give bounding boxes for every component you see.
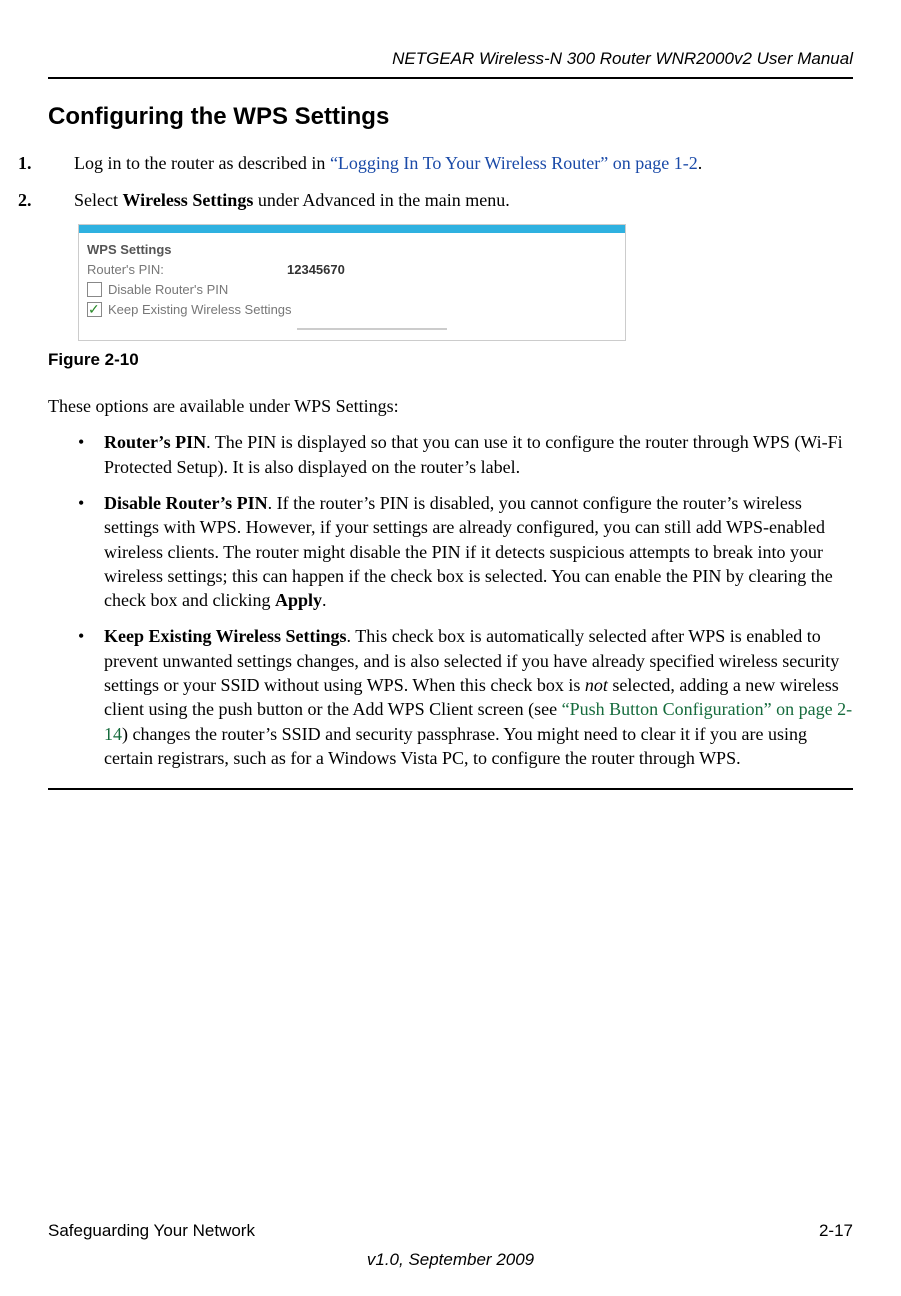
bullet-disable-pin: Disable Router’s PIN. If the router’s PI… — [78, 491, 853, 612]
figure-screenshot: WPS Settings Router's PIN: 12345670 Disa… — [78, 224, 626, 341]
bullet-body-tail: . — [322, 590, 327, 610]
not-italic: not — [585, 675, 608, 695]
section-title: Configuring the WPS Settings — [48, 101, 853, 133]
router-pin-row: Router's PIN: 12345670 — [87, 261, 617, 279]
running-head: NETGEAR Wireless-N 300 Router WNR2000v2 … — [48, 48, 853, 71]
footer-left: Safeguarding Your Network — [48, 1220, 255, 1243]
step-text: Select — [74, 190, 122, 210]
checkbox-disable-pin-row: Disable Router's PIN — [87, 281, 617, 299]
xref-logging-in[interactable]: “Logging In To Your Wireless Router” on … — [330, 153, 698, 173]
checkbox-label: Keep Existing Wireless Settings — [108, 301, 292, 319]
footer: Safeguarding Your Network 2-17 — [48, 1220, 853, 1243]
footer-rule — [48, 788, 853, 790]
step-text-tail: under Advanced in the main menu. — [253, 190, 509, 210]
checkbox-keep-settings-row: Keep Existing Wireless Settings — [87, 301, 617, 319]
apply-bold: Apply — [275, 590, 322, 610]
step-number: 1. — [48, 151, 74, 175]
router-pin-value: 12345670 — [287, 261, 345, 279]
bullet-title: Keep Existing Wireless Settings — [104, 626, 347, 646]
wireless-settings-bold: Wireless Settings — [122, 190, 253, 210]
bullet-title: Disable Router’s PIN — [104, 493, 268, 513]
lead-paragraph: These options are available under WPS Se… — [48, 394, 853, 418]
step-number: 2. — [48, 188, 74, 212]
bullet-body-tail: ) changes the router’s SSID and security… — [104, 724, 807, 768]
wps-panel-title: WPS Settings — [87, 241, 617, 259]
footer-version: v1.0, September 2009 — [48, 1249, 853, 1272]
step-2: 2.Select Wireless Settings under Advance… — [48, 188, 853, 212]
figure-divider — [297, 328, 447, 330]
figure-caption: Figure 2-10 — [48, 349, 853, 372]
step-list: 1.Log in to the router as described in “… — [48, 151, 853, 212]
router-pin-label: Router's PIN: — [87, 261, 287, 279]
bullet-list: Router’s PIN. The PIN is displayed so th… — [48, 430, 853, 770]
step-1: 1.Log in to the router as described in “… — [48, 151, 853, 175]
bullet-routers-pin: Router’s PIN. The PIN is displayed so th… — [78, 430, 853, 479]
step-text-tail: . — [698, 153, 703, 173]
bullet-title: Router’s PIN — [104, 432, 206, 452]
bullet-keep-existing: Keep Existing Wireless Settings. This ch… — [78, 624, 853, 770]
footer-page: 2-17 — [819, 1220, 853, 1243]
figure-bluebar — [79, 225, 625, 233]
step-text: Log in to the router as described in — [74, 153, 330, 173]
bullet-body: . The PIN is displayed so that you can u… — [104, 432, 843, 476]
checkbox-disable-pin[interactable] — [87, 282, 102, 297]
checkbox-keep-settings[interactable] — [87, 302, 102, 317]
top-rule — [48, 77, 853, 79]
checkbox-label: Disable Router's PIN — [108, 281, 228, 299]
